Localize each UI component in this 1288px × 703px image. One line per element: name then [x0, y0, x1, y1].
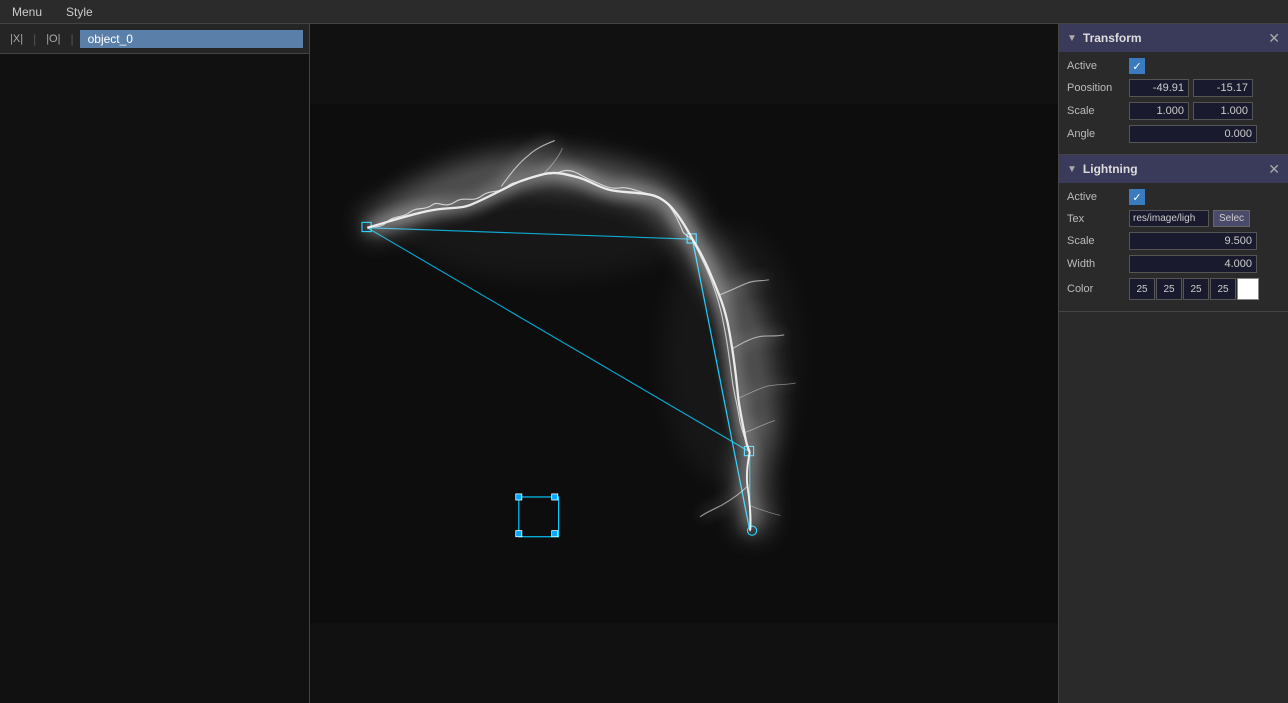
- transform-position-x[interactable]: [1129, 79, 1189, 97]
- lightning-tex-label: Tex: [1067, 213, 1125, 225]
- lightning-color-label: Color: [1067, 283, 1125, 295]
- lightning-color-swatch[interactable]: [1237, 278, 1259, 300]
- lightning-header: ▼ Lightning ✕: [1059, 155, 1288, 183]
- transform-scale-x[interactable]: [1129, 102, 1189, 120]
- transform-body: Active ✓ Poosition Scale Angle: [1059, 52, 1288, 154]
- lightning-width-row: Width: [1067, 255, 1280, 273]
- separator-1: |: [33, 32, 36, 46]
- menu-style[interactable]: Style: [62, 3, 97, 21]
- lightning-tex-select-btn[interactable]: Selec: [1213, 210, 1250, 227]
- lightning-close-btn[interactable]: ✕: [1268, 162, 1280, 176]
- main-layout: |X| | |O| | object_0: [0, 24, 1288, 703]
- object-name[interactable]: object_0: [80, 30, 303, 48]
- separator-2: |: [70, 32, 73, 46]
- left-panel: |X| | |O| | object_0: [0, 24, 310, 703]
- canvas-area[interactable]: [310, 24, 1058, 703]
- transform-angle-row: Angle: [1067, 125, 1280, 143]
- transform-angle-label: Angle: [1067, 128, 1125, 140]
- lightning-body: Active ✓ Tex Selec Scale Width: [1059, 183, 1288, 311]
- lightning-color-b[interactable]: [1183, 278, 1209, 300]
- right-panel: ▼ Transform ✕ Active ✓ Poosition: [1058, 24, 1288, 703]
- lightning-active-label: Active: [1067, 191, 1125, 203]
- transform-active-checkbox[interactable]: ✓: [1129, 58, 1145, 74]
- lightning-active-row: Active ✓: [1067, 189, 1280, 205]
- lightning-title: Lightning: [1083, 162, 1138, 176]
- transform-section: ▼ Transform ✕ Active ✓ Poosition: [1059, 24, 1288, 155]
- lightning-tex-row: Tex Selec: [1067, 210, 1280, 227]
- transform-position-row: Poosition: [1067, 79, 1280, 97]
- transform-position-y[interactable]: [1193, 79, 1253, 97]
- lightning-width-label: Width: [1067, 258, 1125, 270]
- transform-scale-y[interactable]: [1193, 102, 1253, 120]
- transform-collapse-icon[interactable]: ▼: [1067, 33, 1077, 44]
- lightning-width-value[interactable]: [1129, 255, 1257, 273]
- lightning-color-a[interactable]: [1210, 278, 1236, 300]
- transform-angle-value[interactable]: [1129, 125, 1257, 143]
- btn-x[interactable]: |X|: [6, 31, 27, 47]
- lightning-color-g[interactable]: [1156, 278, 1182, 300]
- lightning-svg: [310, 24, 1058, 703]
- lightning-color-values: [1129, 278, 1259, 300]
- transform-close-btn[interactable]: ✕: [1268, 31, 1280, 45]
- lightning-active-checkbox[interactable]: ✓: [1129, 189, 1145, 205]
- menu-bar: Menu Style: [0, 0, 1288, 24]
- lightning-section: ▼ Lightning ✕ Active ✓ Tex Selec: [1059, 155, 1288, 312]
- transform-header: ▼ Transform ✕: [1059, 24, 1288, 52]
- lightning-scale-value[interactable]: [1129, 232, 1257, 250]
- object-bar: |X| | |O| | object_0: [0, 24, 309, 54]
- lightning-scale-row: Scale: [1067, 232, 1280, 250]
- transform-active-label: Active: [1067, 60, 1125, 72]
- btn-o[interactable]: |O|: [42, 31, 64, 47]
- lightning-color-row: Color: [1067, 278, 1280, 300]
- transform-position-label: Poosition: [1067, 82, 1125, 94]
- lightning-color-r[interactable]: [1129, 278, 1155, 300]
- transform-active-row: Active ✓: [1067, 58, 1280, 74]
- transform-scale-label: Scale: [1067, 105, 1125, 117]
- lightning-scale-label: Scale: [1067, 235, 1125, 247]
- lightning-tex-input[interactable]: [1129, 210, 1209, 227]
- transform-title: Transform: [1083, 31, 1142, 45]
- menu-menu[interactable]: Menu: [8, 3, 46, 21]
- lightning-collapse-icon[interactable]: ▼: [1067, 164, 1077, 175]
- transform-scale-row: Scale: [1067, 102, 1280, 120]
